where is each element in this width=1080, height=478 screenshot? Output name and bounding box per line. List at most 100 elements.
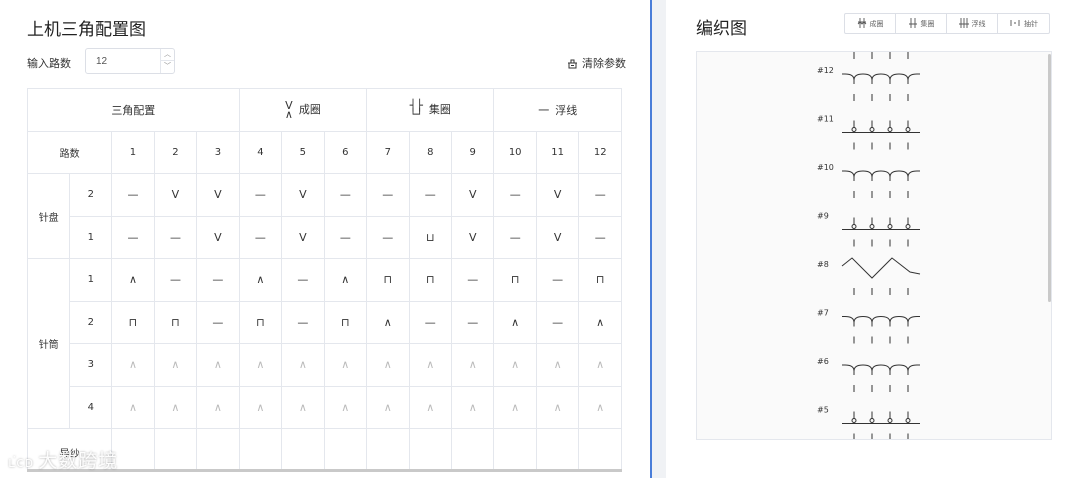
cam-cell[interactable]: — xyxy=(239,173,283,217)
cam-cell[interactable]: ⊓ xyxy=(366,258,410,302)
yarn-cell[interactable] xyxy=(281,428,325,472)
toolbar-tuck-button[interactable]: 集圈 xyxy=(896,14,947,33)
cam-cell[interactable]: ∧ xyxy=(196,386,240,429)
route-number-4: 4 xyxy=(239,131,283,174)
cam-cell[interactable]: — xyxy=(154,258,198,302)
yarn-cell[interactable] xyxy=(154,428,198,472)
clear-params-button[interactable]: 清除参数 xyxy=(567,55,626,71)
yarn-cell[interactable] xyxy=(536,428,580,472)
route-number-6: 6 xyxy=(324,131,368,174)
cam-cell[interactable]: ∧ xyxy=(154,386,198,429)
cam-cell[interactable]: ∧ xyxy=(324,386,368,429)
cam-cell[interactable]: ∧ xyxy=(239,386,283,429)
cam-cell[interactable]: V xyxy=(196,173,240,217)
cam-cell[interactable]: V xyxy=(536,173,580,217)
route-count-value[interactable]: 12 xyxy=(96,56,107,67)
cam-cell[interactable]: — xyxy=(578,173,622,217)
cam-cell[interactable]: — xyxy=(451,258,495,302)
cam-cell[interactable]: — xyxy=(111,216,155,259)
yarn-cell[interactable] xyxy=(409,428,452,472)
yarn-cell[interactable] xyxy=(196,428,240,472)
cam-cell[interactable]: ∧ xyxy=(493,343,537,387)
cam-cell[interactable]: ∧ xyxy=(578,343,622,387)
cam-cell[interactable]: — xyxy=(493,173,537,217)
cam-cell[interactable]: — xyxy=(493,216,537,259)
cam-cell[interactable]: — xyxy=(196,258,240,302)
cam-cell[interactable]: — xyxy=(324,216,368,259)
cam-cell[interactable]: ∧ xyxy=(536,386,580,429)
cam-cell[interactable]: ∧ xyxy=(239,258,283,302)
vertical-scrollbar[interactable] xyxy=(1048,54,1051,302)
cam-cell[interactable]: ⊔ xyxy=(409,216,452,259)
cam-cell[interactable]: ∧ xyxy=(493,386,537,429)
cam-cell[interactable]: — xyxy=(366,173,410,217)
cam-cell[interactable]: ∧ xyxy=(578,386,622,429)
cam-cell[interactable]: ⊓ xyxy=(324,301,368,344)
cam-cell[interactable]: V xyxy=(536,216,580,259)
cam-cell[interactable]: — xyxy=(324,173,368,217)
cam-cell[interactable]: ⊓ xyxy=(154,301,198,344)
cam-cell[interactable]: ⊓ xyxy=(409,258,452,302)
cam-cell[interactable]: ∧ xyxy=(281,343,325,387)
cam-cell[interactable]: ⊓ xyxy=(239,301,283,344)
cam-cell[interactable]: V xyxy=(196,216,240,259)
cam-cell[interactable]: — xyxy=(536,258,580,302)
cam-cell[interactable]: — xyxy=(409,173,452,217)
cam-cell[interactable]: V xyxy=(154,173,198,217)
cam-cell[interactable]: ∧ xyxy=(111,386,155,429)
cam-cell[interactable]: V xyxy=(451,173,495,217)
yarn-cell[interactable] xyxy=(239,428,283,472)
stepper-up-icon[interactable]: ︿ xyxy=(161,49,174,61)
cam-cell[interactable]: — xyxy=(578,216,622,259)
cam-cell[interactable]: ∧ xyxy=(493,301,537,344)
course-label: #7 xyxy=(817,309,829,318)
header-tuck: ┤├ └┘ 集圈 xyxy=(366,89,495,132)
toolbar-knit-button[interactable]: 成圈 xyxy=(845,14,896,33)
cam-cell[interactable]: — xyxy=(281,301,325,344)
cam-cell[interactable]: V xyxy=(281,173,325,217)
yarn-cell[interactable] xyxy=(366,428,410,472)
cam-cell[interactable]: — xyxy=(154,216,198,259)
cam-cell[interactable]: ∧ xyxy=(281,386,325,429)
stepper-down-icon[interactable]: ﹀ xyxy=(161,61,174,73)
yarn-cell[interactable] xyxy=(451,428,495,472)
diagram-canvas[interactable]: #12 #11 #10 #9 #8 #7 #6 #5 xyxy=(696,51,1052,440)
cam-cell[interactable]: — xyxy=(111,173,155,217)
yarn-cell[interactable] xyxy=(578,428,622,472)
cam-cell[interactable]: — xyxy=(451,301,495,344)
toolbar-float-button[interactable]: 浮线 xyxy=(947,14,998,33)
cam-cell[interactable]: ∧ xyxy=(239,343,283,387)
cam-cell[interactable]: ∧ xyxy=(366,386,410,429)
yarn-cell[interactable] xyxy=(493,428,537,472)
toolbar-remove-needle-button[interactable]: 抽针 xyxy=(998,14,1049,33)
cam-cell[interactable]: — xyxy=(281,258,325,302)
cam-cell[interactable]: ∧ xyxy=(111,343,155,387)
cam-cell[interactable]: ∧ xyxy=(154,343,198,387)
cam-cell[interactable]: — xyxy=(239,216,283,259)
cam-cell[interactable]: — xyxy=(536,301,580,344)
cam-cell[interactable]: ⊓ xyxy=(111,301,155,344)
cam-cell[interactable]: — xyxy=(409,301,452,344)
route-number-8: 8 xyxy=(409,131,452,174)
cam-cell[interactable]: ∧ xyxy=(366,301,410,344)
cam-cell[interactable]: V xyxy=(451,216,495,259)
route-count-input[interactable]: 12 ︿ ﹀ xyxy=(85,48,175,74)
cam-cell[interactable]: ⊓ xyxy=(493,258,537,302)
cam-cell[interactable]: V xyxy=(281,216,325,259)
yarn-cell[interactable] xyxy=(324,428,368,472)
cam-cell[interactable]: ∧ xyxy=(111,258,155,302)
cam-cell[interactable]: ∧ xyxy=(324,258,368,302)
cam-cell[interactable]: ∧ xyxy=(324,343,368,387)
cam-cell[interactable]: ∧ xyxy=(366,343,410,387)
cam-cell[interactable]: ∧ xyxy=(409,386,452,429)
cam-cell[interactable]: ∧ xyxy=(451,386,495,429)
cam-cell[interactable]: ⊓ xyxy=(578,258,622,302)
cam-cell[interactable]: ∧ xyxy=(196,343,240,387)
cam-cell[interactable]: ∧ xyxy=(409,343,452,387)
cam-cell[interactable]: — xyxy=(196,301,240,344)
cam-cell[interactable]: ∧ xyxy=(536,343,580,387)
cam-cell[interactable]: ∧ xyxy=(578,301,622,344)
cam-cell[interactable]: — xyxy=(366,216,410,259)
cam-cell[interactable]: ∧ xyxy=(451,343,495,387)
route-count-stepper[interactable]: ︿ ﹀ xyxy=(160,49,174,73)
